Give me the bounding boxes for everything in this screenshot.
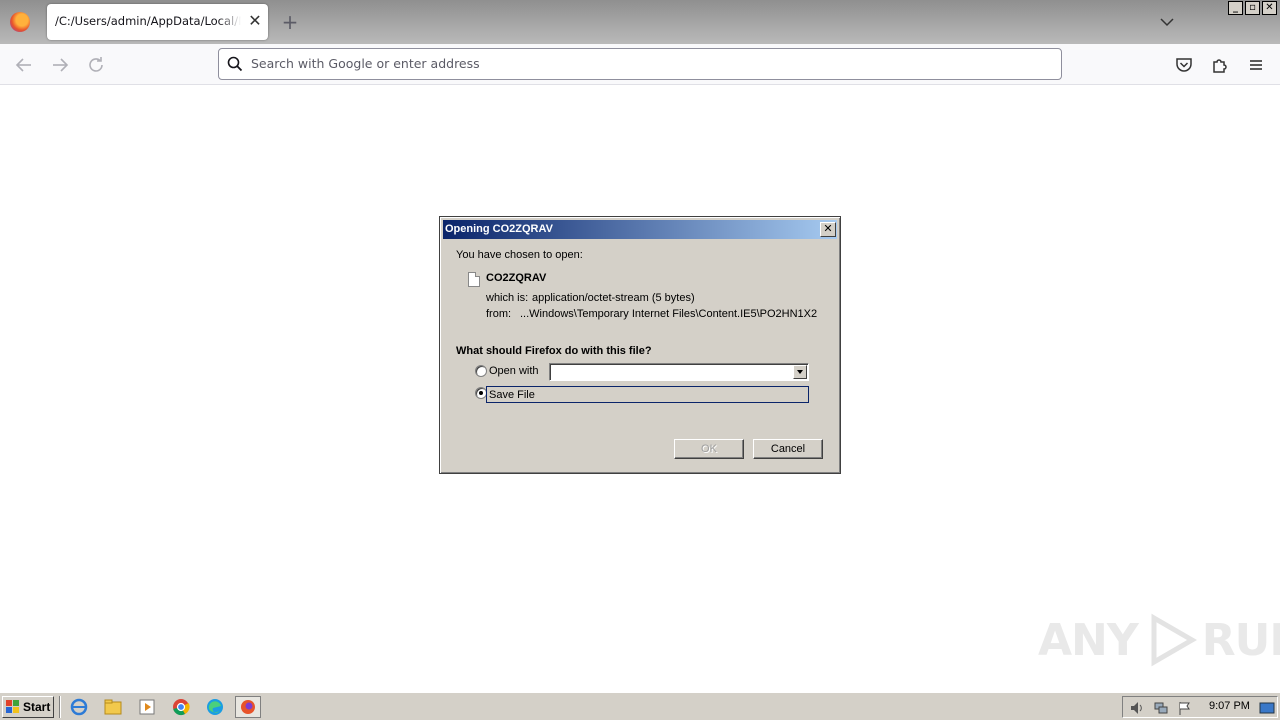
show-desktop-icon[interactable]: [1259, 700, 1275, 716]
which-is-label: which is:: [486, 292, 529, 304]
file-icon: [468, 272, 480, 287]
window-controls: _ ▫ ✕: [1228, 1, 1277, 16]
firefox-taskbar-icon[interactable]: [235, 696, 261, 718]
system-tray: 9:07 PM: [1122, 696, 1278, 718]
back-arrow-icon[interactable]: [12, 53, 36, 77]
firefox-logo-icon: [10, 12, 30, 32]
tab-active[interactable]: /C:/Users/admin/AppData/Local/Microsoft/…: [47, 4, 268, 40]
anyrun-watermark: ANY RUN: [1038, 610, 1280, 670]
internet-explorer-icon[interactable]: [68, 697, 90, 717]
tab-strip: /C:/Users/admin/AppData/Local/Microsoft/…: [0, 0, 1280, 44]
window-close-button[interactable]: ✕: [1262, 1, 1277, 15]
ok-button[interactable]: OK: [674, 439, 744, 459]
address-bar[interactable]: Search with Google or enter address: [218, 48, 1062, 80]
new-tab-button[interactable]: +: [280, 10, 300, 34]
reload-icon[interactable]: [84, 53, 108, 77]
question-text: What should Firefox do with this file?: [456, 345, 652, 357]
save-file-focus[interactable]: Save File: [486, 386, 809, 403]
taskbar-separator: [59, 696, 61, 718]
start-label: Start: [23, 700, 51, 714]
chrome-icon[interactable]: [170, 697, 192, 717]
taskbar: Start 9:07 PM: [0, 692, 1280, 720]
clock[interactable]: 9:07 PM: [1209, 700, 1250, 712]
list-all-tabs-icon[interactable]: [1157, 12, 1177, 32]
edge-icon[interactable]: [204, 697, 226, 717]
minimize-button[interactable]: _: [1228, 1, 1243, 15]
media-player-icon[interactable]: [136, 697, 158, 717]
from-value: ...Windows\Temporary Internet Files\Cont…: [520, 308, 818, 320]
volume-icon[interactable]: [1129, 700, 1145, 716]
opening-file-dialog: Opening CO2ZQRAV ✕ You have chosen to op…: [439, 216, 841, 474]
action-center-flag-icon[interactable]: [1177, 700, 1193, 716]
file-explorer-icon[interactable]: [102, 697, 124, 717]
search-icon: [227, 56, 243, 72]
file-name: CO2ZQRAV: [486, 272, 547, 284]
cancel-button[interactable]: Cancel: [753, 439, 823, 459]
from-label: from:: [486, 308, 512, 320]
forward-arrow-icon[interactable]: [48, 53, 72, 77]
start-button[interactable]: Start: [2, 696, 54, 718]
hamburger-menu-icon[interactable]: [1244, 53, 1268, 77]
pocket-icon[interactable]: [1172, 53, 1196, 77]
extensions-icon[interactable]: [1208, 53, 1232, 77]
navigation-toolbar: Search with Google or enter address: [0, 44, 1280, 85]
chevron-down-icon[interactable]: [793, 365, 807, 379]
tab-close-icon[interactable]: ✕: [245, 11, 265, 31]
watermark-text-right: RUN: [1201, 614, 1280, 666]
dialog-title: Opening CO2ZQRAV: [445, 223, 553, 235]
save-file-label: Save File: [489, 389, 535, 401]
open-with-label[interactable]: Open with: [489, 365, 539, 377]
dialog-close-button[interactable]: ✕: [820, 222, 836, 237]
maximize-button[interactable]: ▫: [1245, 1, 1260, 15]
address-placeholder: Search with Google or enter address: [251, 56, 480, 71]
watermark-text-left: ANY: [1038, 614, 1139, 666]
network-icon[interactable]: [1153, 700, 1169, 716]
play-logo-icon: [1151, 613, 1197, 667]
open-with-select[interactable]: [549, 363, 809, 381]
dialog-titlebar[interactable]: Opening CO2ZQRAV ✕: [443, 220, 837, 239]
which-is-value: application/octet-stream (5 bytes): [532, 292, 695, 304]
intro-text: You have chosen to open:: [456, 249, 583, 261]
windows-logo-icon: [6, 700, 19, 713]
tab-title: /C:/Users/admin/AppData/Local/Microsoft/…: [55, 14, 241, 28]
open-with-radio[interactable]: [475, 365, 487, 377]
